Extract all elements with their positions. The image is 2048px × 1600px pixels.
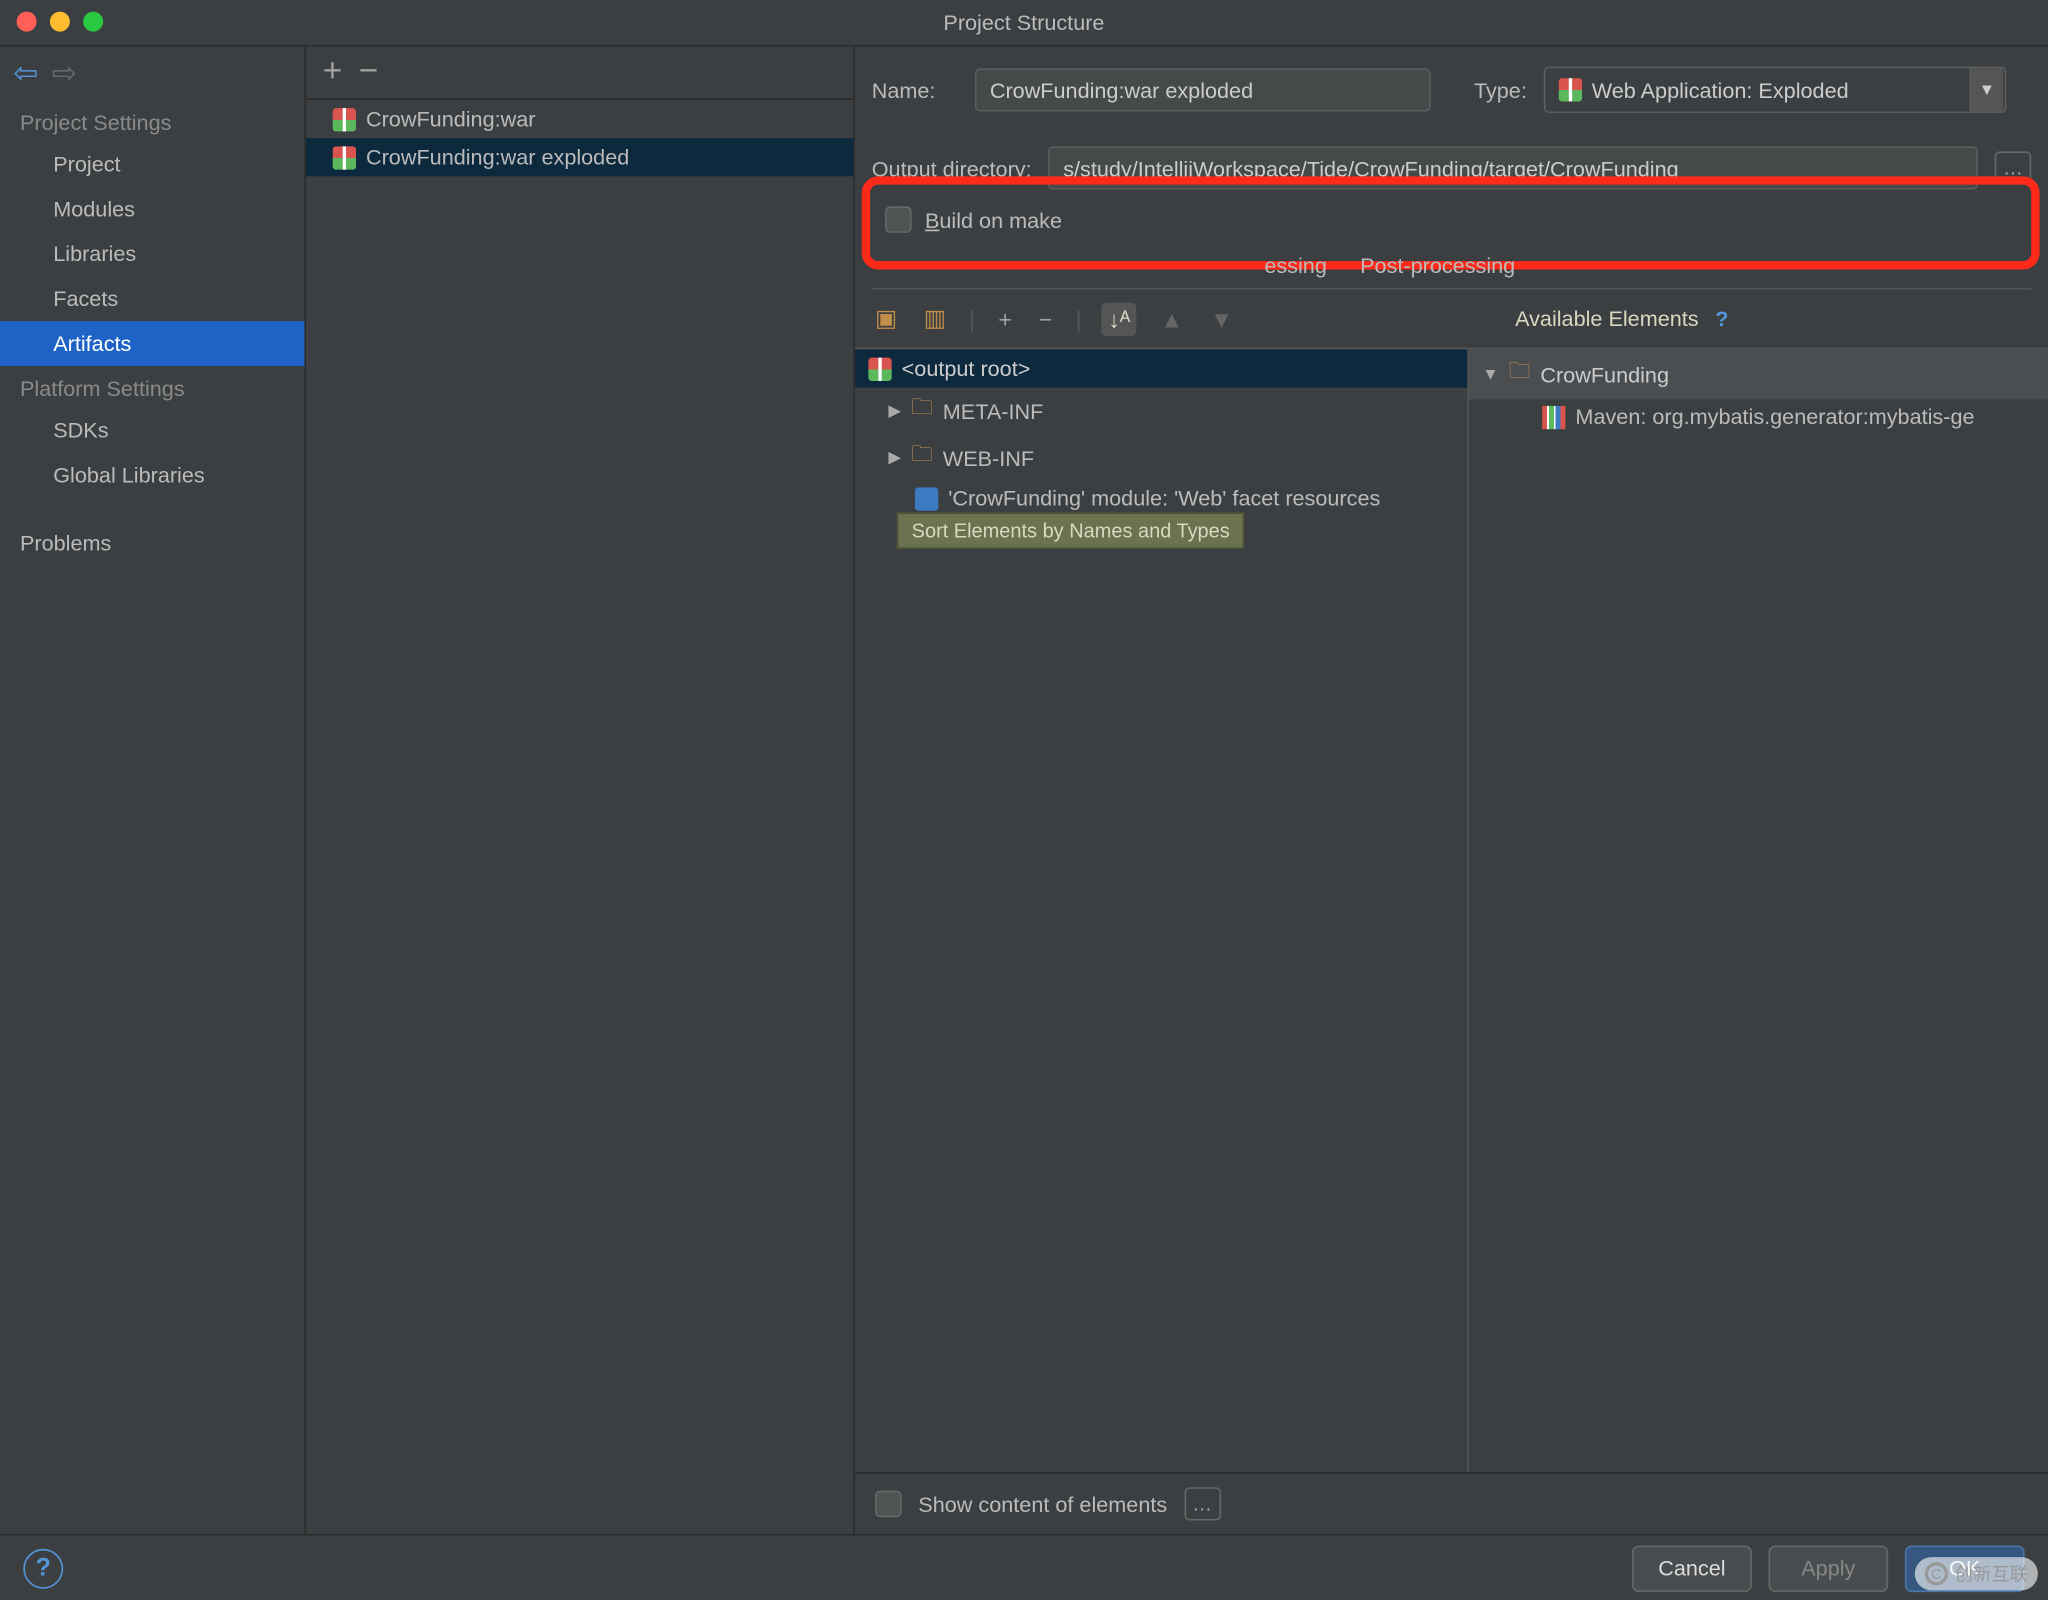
close-window-icon[interactable] bbox=[17, 12, 37, 32]
move-up-icon[interactable]: ▲ bbox=[1157, 305, 1187, 332]
name-label: Name: bbox=[872, 77, 959, 102]
sidebar-item-project[interactable]: Project bbox=[0, 141, 304, 186]
sort-elements-button[interactable]: ↓ᴬ bbox=[1102, 302, 1138, 335]
build-on-make-label: BBuild on makeuild on make bbox=[925, 207, 1062, 232]
available-elements-tree[interactable]: ▼ 🗀 CrowFunding Maven: org.mybatis.gener… bbox=[1469, 349, 2048, 1472]
nav-forward-icon[interactable]: ⇨ bbox=[52, 56, 77, 91]
output-dir-label: Output directory: bbox=[872, 156, 1032, 181]
apply-button[interactable]: Apply bbox=[1768, 1545, 1888, 1592]
artifact-type-value: Web Application: Exploded bbox=[1592, 77, 1849, 102]
artifact-label: CrowFunding:war bbox=[366, 106, 535, 131]
watermark-logo-icon: C bbox=[1925, 1562, 1948, 1585]
expand-icon[interactable]: ▶ bbox=[888, 402, 901, 420]
remove-artifact-button[interactable]: − bbox=[359, 53, 378, 91]
sidebar-item-artifacts[interactable]: Artifacts bbox=[0, 321, 304, 366]
sidebar: ⇦ ⇨ Project Settings Project Modules Lib… bbox=[0, 47, 306, 1534]
show-content-row: Show content of elements … bbox=[855, 1472, 2048, 1534]
show-content-checkbox[interactable] bbox=[875, 1491, 902, 1518]
tree-folder-item[interactable]: ▶ 🗀 WEB-INF bbox=[855, 434, 1467, 481]
folder-icon: 🗀 bbox=[911, 393, 933, 430]
sidebar-nav: ⇦ ⇨ bbox=[0, 47, 304, 100]
sidebar-item-modules[interactable]: Modules bbox=[0, 186, 304, 231]
artifact-item[interactable]: CrowFunding:war bbox=[306, 100, 853, 138]
build-on-make-checkbox[interactable] bbox=[885, 206, 912, 233]
available-library-item[interactable]: Maven: org.mybatis.generator:mybatis-ge bbox=[1469, 399, 2048, 434]
details-panel: Name: Type: Web Application: Exploded ▼ … bbox=[855, 47, 2048, 1534]
title-bar: Project Structure bbox=[0, 0, 2048, 47]
sort-tooltip: Sort Elements by Names and Types bbox=[897, 512, 1245, 549]
maven-library-icon bbox=[1542, 405, 1565, 428]
dir-structure-icon[interactable]: ▥ bbox=[920, 304, 949, 332]
artifacts-panel: + − CrowFunding:war CrowFunding:war expl… bbox=[306, 47, 855, 1534]
artifact-name-input[interactable] bbox=[975, 68, 1431, 111]
artifact-icon bbox=[333, 146, 356, 169]
artifacts-toolbar: + − bbox=[306, 47, 853, 100]
layout-remove-button[interactable]: − bbox=[1035, 305, 1055, 332]
tab-post-processing[interactable]: Post-processing bbox=[1343, 246, 1531, 288]
window-controls bbox=[17, 12, 104, 32]
show-content-label: Show content of elements bbox=[918, 1491, 1167, 1516]
watermark: C 创新互联 bbox=[1915, 1557, 2038, 1590]
section-platform-settings: Platform Settings bbox=[0, 366, 304, 408]
expand-icon[interactable]: ▶ bbox=[888, 448, 901, 466]
sidebar-item-facets[interactable]: Facets bbox=[0, 276, 304, 321]
dialog-button-bar: ? Cancel Apply OK bbox=[0, 1534, 2048, 1600]
show-content-ellipsis-button[interactable]: … bbox=[1184, 1487, 1221, 1520]
nav-back-icon[interactable]: ⇦ bbox=[13, 56, 38, 91]
output-root-node[interactable]: <output root> bbox=[855, 349, 1467, 387]
available-help-icon[interactable]: ? bbox=[1715, 306, 1728, 331]
cancel-button[interactable]: Cancel bbox=[1632, 1545, 1752, 1592]
artifact-label: CrowFunding:war exploded bbox=[366, 145, 629, 170]
maximize-window-icon[interactable] bbox=[83, 12, 103, 32]
sidebar-item-problems[interactable]: Problems bbox=[0, 521, 304, 566]
artifact-type-icon bbox=[1558, 78, 1581, 101]
new-folder-icon[interactable]: ▣ bbox=[872, 304, 901, 332]
minimize-window-icon[interactable] bbox=[50, 12, 70, 32]
add-artifact-button[interactable]: + bbox=[323, 53, 342, 91]
artifact-root-icon bbox=[868, 357, 891, 380]
available-elements-header: Available Elements ? bbox=[1498, 296, 1745, 341]
section-project-settings: Project Settings bbox=[0, 100, 304, 142]
folder-icon: 🗀 bbox=[911, 439, 933, 476]
layout-add-button[interactable]: + bbox=[995, 305, 1015, 332]
sidebar-item-global-libraries[interactable]: Global Libraries bbox=[0, 452, 304, 497]
facet-icon bbox=[915, 487, 938, 510]
artifact-icon bbox=[333, 107, 356, 130]
artifact-item[interactable]: CrowFunding:war exploded bbox=[306, 138, 853, 176]
sidebar-item-libraries[interactable]: Libraries bbox=[0, 231, 304, 276]
sidebar-item-sdks[interactable]: SDKs bbox=[0, 408, 304, 453]
output-dir-input[interactable] bbox=[1048, 146, 1978, 189]
module-folder-icon: 🗀 bbox=[1509, 356, 1531, 393]
details-tabs: essing Post-processing bbox=[872, 246, 2032, 289]
layout-toolbar: ▣ ▥ | + − | ↓ᴬ ▲ ▼ Available Elements ? bbox=[855, 289, 2048, 349]
tree-facet-item[interactable]: 'CrowFunding' module: 'Web' facet resour… bbox=[855, 481, 1467, 516]
available-root-node[interactable]: ▼ 🗀 CrowFunding bbox=[1469, 349, 2048, 399]
move-down-icon[interactable]: ▼ bbox=[1207, 305, 1237, 332]
chevron-down-icon[interactable]: ▼ bbox=[1969, 68, 2002, 111]
type-label: Type: bbox=[1474, 77, 1527, 102]
browse-output-button[interactable]: … bbox=[1995, 151, 2032, 184]
collapse-icon[interactable]: ▼ bbox=[1482, 365, 1498, 383]
window-title: Project Structure bbox=[943, 10, 1104, 35]
tab-hidden[interactable]: essing bbox=[872, 246, 1344, 288]
artifact-type-dropdown[interactable]: Web Application: Exploded ▼ bbox=[1543, 67, 2005, 114]
help-button[interactable]: ? bbox=[23, 1548, 63, 1588]
tree-folder-item[interactable]: ▶ 🗀 META-INF bbox=[855, 388, 1467, 435]
